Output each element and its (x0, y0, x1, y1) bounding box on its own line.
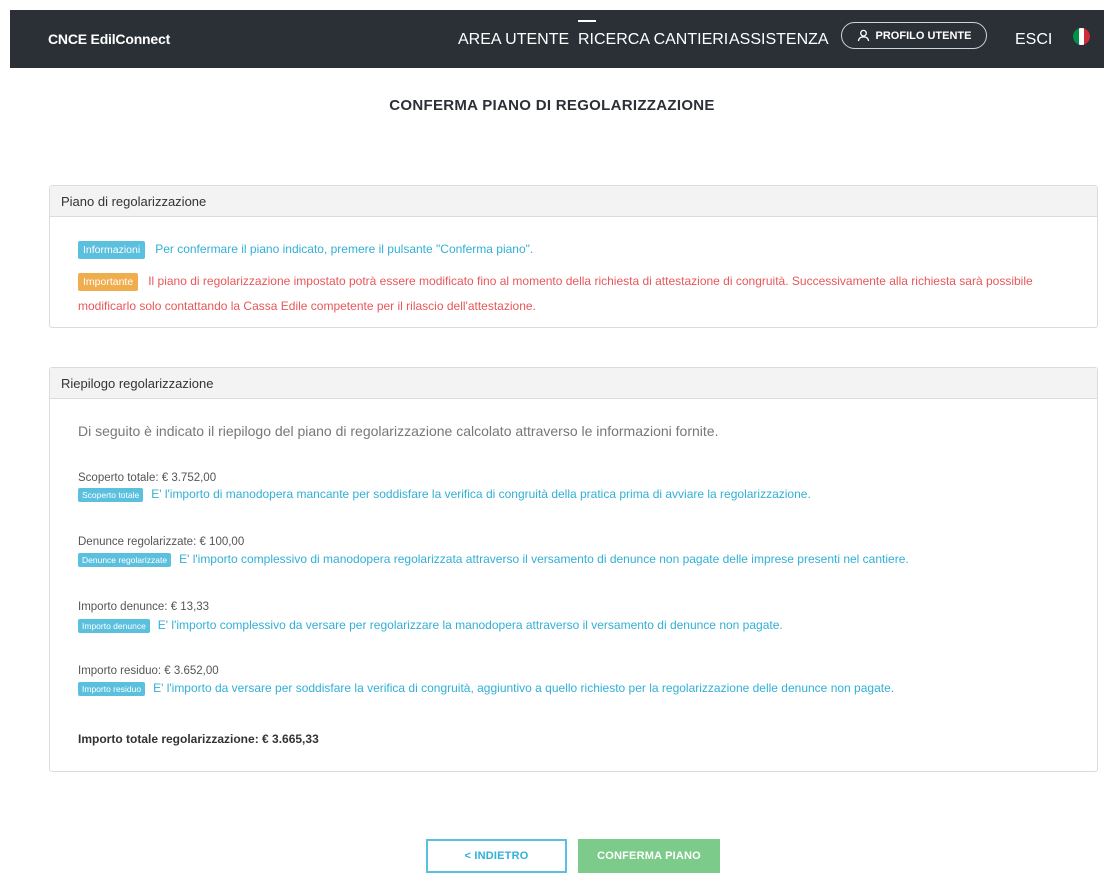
summary-total: Importo totale regolarizzazione: € 3.665… (78, 732, 319, 746)
warning-text-line2: modificarlo solo contattando la Cassa Ed… (78, 299, 536, 313)
summary-item-label: Scoperto totale: € 3.752,00 (78, 472, 217, 484)
warning-text-line1: Il piano di regolarizzazione impostato p… (148, 274, 1033, 289)
nav-area-utente[interactable]: AREA UTENTE (458, 31, 569, 49)
summary-item-badge: Importo denunce (78, 618, 150, 633)
summary-item-desc-text: E' l'importo complessivo di manodopera r… (179, 552, 909, 566)
profile-button[interactable]: PROFILO UTENTE (841, 22, 987, 49)
nav-ricerca-cantieri[interactable]: RICERCA CANTIERI (578, 31, 728, 49)
summary-item-badge: Denunce regolarizzate (78, 552, 172, 567)
summary-item-badge: Scoperto totale (78, 487, 144, 502)
summary-item-label: Denunce regolarizzate: € 100,00 (78, 536, 245, 548)
plan-panel: Piano di regolarizzazione Informazioni Pe… (49, 185, 1098, 328)
summary-intro: Di seguito è indicato il riepilogo del p… (78, 423, 719, 439)
confirm-plan-button[interactable]: CONFERMA PIANO (578, 839, 720, 873)
summary-item-desc: Scoperto totale E' l'importo di manodoper… (78, 487, 811, 502)
back-button[interactable]: < INDIETRO (426, 839, 567, 873)
summary-item-desc-text: E' l'importo da versare per soddisfare l… (153, 681, 895, 695)
warning-message: Importante Il piano di regolarizzazione i… (78, 273, 1033, 291)
page-title: CONFERMA PIANO DI REGOLARIZZAZIONE (389, 97, 715, 114)
summary-item-badge: Importo residuo (78, 681, 146, 696)
summary-panel-title: Riepilogo regolarizzazione (50, 368, 1097, 399)
nav-active-indicator (578, 20, 596, 22)
info-badge: Informazioni (78, 241, 146, 259)
logout-link[interactable]: ESCI (1015, 31, 1052, 49)
top-navbar: CNCE EdilConnect AREA UTENTE RICERCA CAN… (10, 10, 1104, 68)
warning-badge: Importante (78, 273, 139, 291)
info-text: Per confermare il piano indicato, premer… (155, 242, 534, 257)
summary-panel: Riepilogo regolarizzazione Di seguito è … (49, 367, 1098, 772)
nav-assistenza[interactable]: ASSISTENZA (729, 31, 829, 49)
summary-item-desc-text: E' l'importo complessivo da versare per … (157, 618, 783, 632)
profile-button-label: PROFILO UTENTE (875, 29, 972, 42)
plan-panel-title: Piano di regolarizzazione (50, 186, 1097, 217)
summary-item-desc-text: E' l'importo di manodopera mancante per … (151, 487, 811, 501)
summary-item-desc: Denunce regolarizzate E' l'importo comple… (78, 552, 909, 567)
user-icon (857, 29, 869, 42)
info-message: Informazioni Per confermare il piano indi… (78, 241, 533, 259)
summary-item-desc: Importo residuo E' l'importo da versare p… (78, 681, 894, 696)
brand-logo[interactable]: CNCE EdilConnect (48, 31, 170, 47)
summary-item-desc: Importo denunce E' l'importo complessivo … (78, 618, 783, 633)
italian-flag-icon[interactable] (1073, 28, 1090, 45)
summary-item-label: Importo denunce: € 13,33 (78, 601, 210, 613)
summary-item-label: Importo residuo: € 3.652,00 (78, 665, 219, 677)
